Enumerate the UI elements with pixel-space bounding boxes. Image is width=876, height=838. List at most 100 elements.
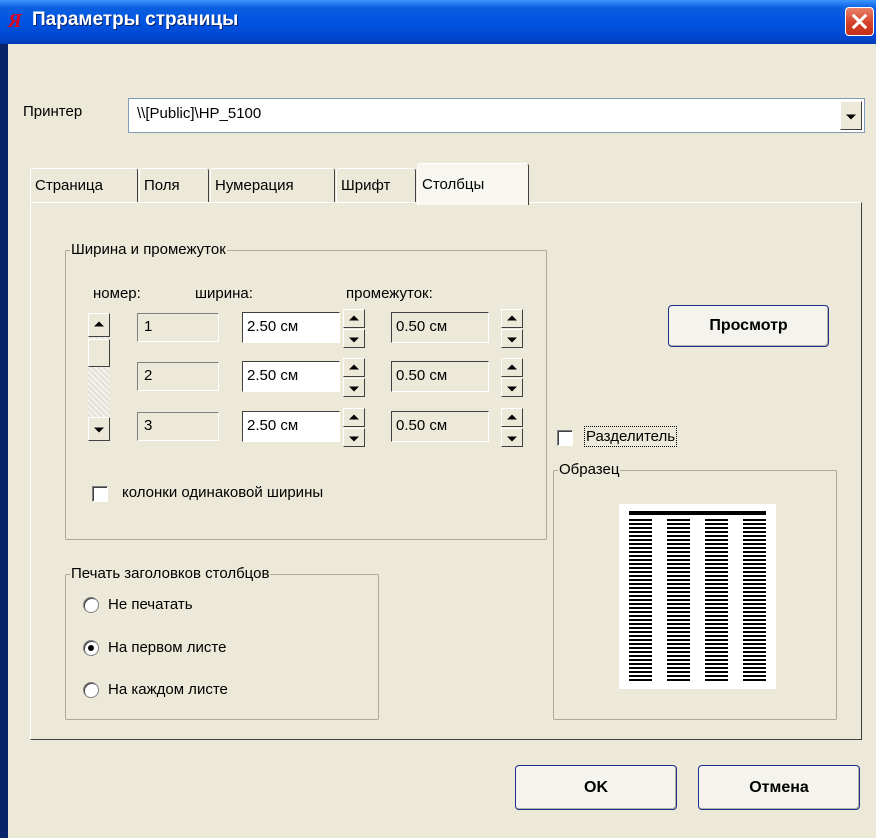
sample-line	[743, 547, 766, 549]
sample-line	[667, 667, 690, 669]
sample-line	[667, 651, 690, 653]
sample-line	[629, 663, 652, 665]
sample-line	[667, 615, 690, 617]
sample-line	[629, 599, 652, 601]
sample-line	[705, 531, 728, 533]
sample-line	[629, 575, 652, 577]
sample-line	[743, 635, 766, 637]
sample-line	[743, 611, 766, 613]
sample-line	[743, 595, 766, 597]
sample-line	[705, 547, 728, 549]
sample-line	[705, 519, 728, 521]
separator-checkbox[interactable]	[557, 430, 573, 446]
column-width-1[interactable]: 2.50 см	[242, 312, 340, 343]
separator-label: Разделитель	[583, 426, 678, 447]
sample-line	[705, 627, 728, 629]
sample-line	[629, 655, 652, 657]
sample-line	[667, 619, 690, 621]
sample-line	[667, 671, 690, 673]
width-spinner-3[interactable]	[343, 408, 365, 447]
column-number-1: 1	[137, 313, 219, 342]
sample-line	[667, 627, 690, 629]
sample-line	[743, 551, 766, 553]
sample-line	[743, 619, 766, 621]
width-spinner-2[interactable]	[343, 358, 365, 397]
sample-line	[629, 675, 652, 677]
ok-button-label: OK	[584, 778, 608, 796]
sample-line	[705, 611, 728, 613]
sample-line	[667, 531, 690, 533]
sample-line	[705, 603, 728, 605]
sample-preview	[619, 504, 776, 689]
gap-spinner-3[interactable]	[501, 408, 523, 447]
radio-no-print[interactable]	[83, 597, 99, 613]
sample-line	[743, 671, 766, 673]
sample-line	[667, 647, 690, 649]
sample-line	[705, 647, 728, 649]
tab-margins[interactable]: Поля	[139, 168, 209, 203]
sample-line	[667, 631, 690, 633]
sample-line	[629, 519, 652, 521]
sample-line	[705, 639, 728, 641]
close-icon[interactable]	[845, 7, 874, 36]
sample-line	[743, 643, 766, 645]
printer-value: \\[Public]\HP_5100	[137, 105, 262, 122]
sample-line	[705, 543, 728, 545]
sample-line	[629, 631, 652, 633]
sample-line	[667, 535, 690, 537]
sample-line	[667, 639, 690, 641]
sample-line	[629, 679, 652, 681]
gap-spinner-1[interactable]	[501, 309, 523, 348]
tab-page[interactable]: Страница	[30, 168, 138, 203]
sample-line	[705, 631, 728, 633]
printer-select[interactable]: \\[Public]\HP_5100	[128, 98, 865, 133]
tab-numbering[interactable]: Нумерация	[210, 168, 335, 203]
sample-line	[743, 667, 766, 669]
chevron-down-icon[interactable]	[840, 101, 862, 130]
sample-line	[629, 623, 652, 625]
sample-line	[743, 663, 766, 665]
sample-line	[629, 647, 652, 649]
sample-line	[705, 551, 728, 553]
gap-spinner-2[interactable]	[501, 358, 523, 397]
sample-line	[743, 655, 766, 657]
sample-line	[743, 587, 766, 589]
width-spinner-1[interactable]	[343, 309, 365, 348]
radio-every-sheet[interactable]	[83, 682, 99, 698]
sample-line	[705, 591, 728, 593]
tab-columns[interactable]: Столбцы	[417, 163, 529, 205]
sample-line	[743, 639, 766, 641]
column-scrollbar[interactable]	[88, 313, 110, 441]
sample-line	[667, 595, 690, 597]
sample-line	[667, 607, 690, 609]
sample-line	[667, 559, 690, 561]
sample-line	[667, 587, 690, 589]
title-bar[interactable]: Я Параметры страницы	[0, 0, 876, 44]
sample-line	[743, 607, 766, 609]
sample-line	[667, 663, 690, 665]
sample-line	[629, 567, 652, 569]
sample-line	[629, 607, 652, 609]
scroll-up-button[interactable]	[88, 313, 110, 337]
sample-line	[629, 667, 652, 669]
column-width-2[interactable]: 2.50 см	[242, 361, 340, 392]
column-gap-3: 0.50 см	[391, 411, 489, 442]
radio-first-sheet[interactable]	[83, 640, 99, 656]
cancel-button[interactable]: Отмена	[698, 765, 860, 810]
sample-line	[667, 655, 690, 657]
sample-line	[705, 619, 728, 621]
sample-line	[667, 623, 690, 625]
scroll-thumb[interactable]	[88, 339, 110, 367]
sample-line	[743, 647, 766, 649]
column-number-3: 3	[137, 412, 219, 441]
ok-button[interactable]: OK	[515, 765, 677, 810]
scroll-down-button[interactable]	[88, 417, 110, 441]
sample-line	[743, 571, 766, 573]
tab-font[interactable]: Шрифт	[336, 168, 416, 203]
equal-width-checkbox[interactable]	[92, 486, 108, 502]
sample-line	[705, 523, 728, 525]
cancel-button-label: Отмена	[749, 778, 809, 796]
column-width-3[interactable]: 2.50 см	[242, 411, 340, 442]
sample-line	[667, 603, 690, 605]
preview-button[interactable]: Просмотр	[668, 305, 829, 347]
